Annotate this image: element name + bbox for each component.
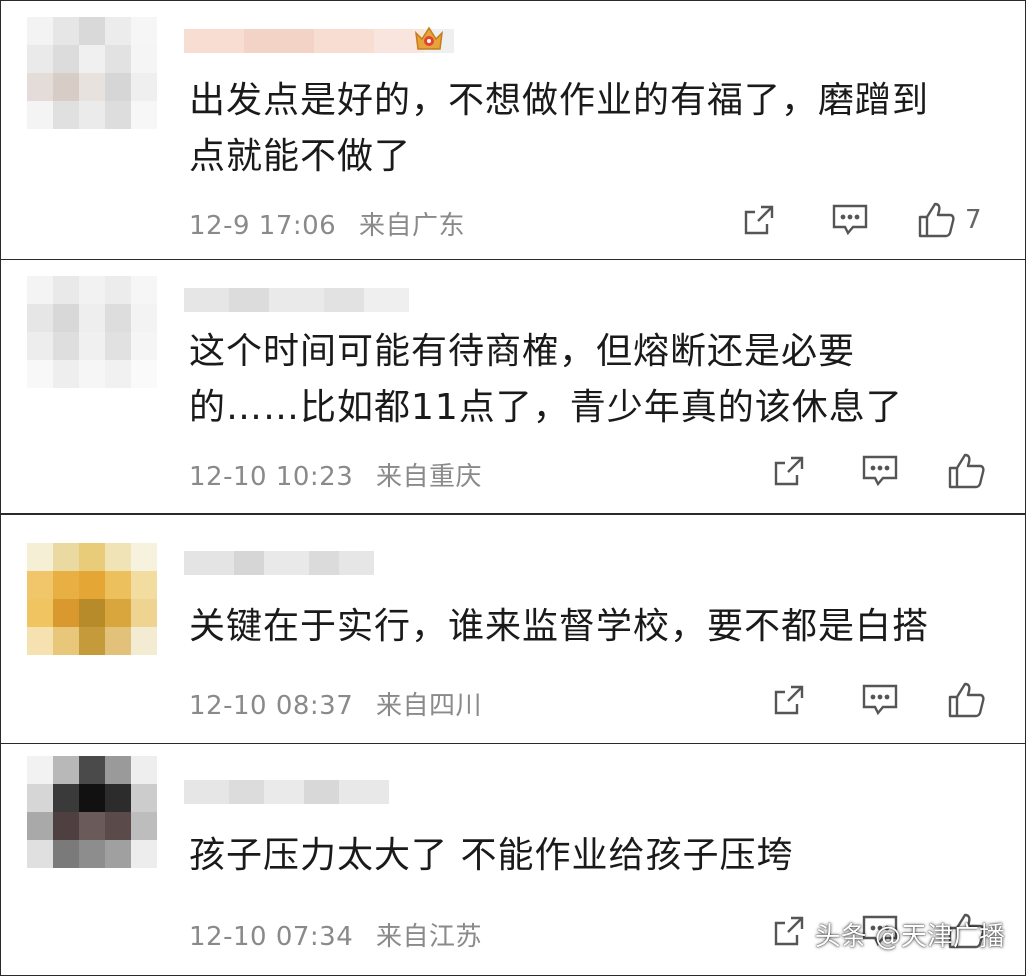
comment-card: 这个时间可能有待商榷，但熔断还是必要 的……比如都11点了，青少年真的该休息了 …: [0, 260, 1026, 514]
avatar[interactable]: [27, 17, 157, 129]
thumbs-up-icon: [948, 453, 985, 489]
comment-card: 出发点是好的，不想做作业的有福了，磨蹭到 点就能不做了 12-9 17:06 来…: [0, 0, 1026, 260]
comment-text: 这个时间可能有待商榷，但熔断还是必要 的……比如都11点了，青少年真的该休息了: [189, 324, 995, 436]
watermark: 头条 @天津广播: [814, 922, 1005, 952]
like-button[interactable]: [947, 452, 987, 490]
timestamp: 12-10 10:23: [189, 462, 354, 492]
share-icon: [744, 205, 774, 235]
timestamp: 12-10 07:34: [189, 922, 354, 952]
share-button[interactable]: [771, 453, 807, 489]
like-count: 7: [965, 205, 982, 235]
comment-line: 关键在于实行，谁来监督学校，要不都是白搭: [189, 606, 930, 647]
location: 来自江苏: [376, 922, 483, 952]
location: 来自四川: [376, 691, 483, 721]
reply-button[interactable]: [831, 202, 869, 238]
avatar[interactable]: [27, 756, 157, 868]
like-button[interactable]: [947, 681, 987, 719]
action-bar: 7: [741, 201, 982, 239]
reply-button[interactable]: [861, 453, 899, 489]
comment-text: 关键在于实行，谁来监督学校，要不都是白搭: [189, 599, 995, 655]
avatar[interactable]: [27, 543, 157, 655]
timestamp: 12-9 17:06: [189, 211, 337, 241]
comment-line: 的……比如都11点了，青少年真的该休息了: [189, 387, 903, 428]
location: 来自重庆: [376, 462, 483, 492]
share-icon: [774, 685, 804, 715]
action-bar: [771, 681, 987, 719]
thumbs-up-icon: [918, 202, 955, 238]
location: 来自广东: [358, 211, 465, 241]
thumbs-up-icon: [948, 682, 985, 718]
comment-text: 孩子压力太大了 不能作业给孩子压垮: [189, 828, 995, 884]
comment-meta: 12-10 08:37 来自四川: [189, 685, 482, 722]
username[interactable]: [184, 288, 409, 312]
comment-meta: 12-10 07:34 来自江苏: [189, 916, 482, 953]
comment-meta: 12-10 10:23 来自重庆: [189, 456, 482, 493]
share-icon: [774, 916, 804, 946]
comment-line: 出发点是好的，不想做作业的有福了，磨蹭到: [189, 80, 930, 121]
share-button[interactable]: [771, 913, 807, 949]
share-button[interactable]: [771, 682, 807, 718]
comment-icon: [862, 684, 898, 716]
action-bar: [771, 452, 987, 490]
comment-line: 这个时间可能有待商榷，但熔断还是必要: [189, 331, 856, 372]
share-icon: [774, 456, 804, 486]
comment-line: 孩子压力太大了 不能作业给孩子压垮: [189, 835, 794, 876]
comment-line: 点就能不做了: [189, 136, 412, 177]
comment-card: 孩子压力太大了 不能作业给孩子压垮 12-10 07:34 来自江苏 头条 @天…: [0, 744, 1026, 976]
share-button[interactable]: [741, 202, 777, 238]
comment-icon: [832, 204, 868, 236]
timestamp: 12-10 08:37: [189, 691, 354, 721]
comment-card: 关键在于实行，谁来监督学校，要不都是白搭 12-10 08:37 来自四川: [0, 514, 1026, 744]
comment-text: 出发点是好的，不想做作业的有福了，磨蹭到 点就能不做了: [189, 73, 995, 185]
username[interactable]: [184, 780, 389, 804]
comment-meta: 12-9 17:06 来自广东: [189, 205, 465, 242]
crown-badge-icon: [414, 26, 444, 50]
username[interactable]: [184, 551, 374, 575]
like-button[interactable]: 7: [917, 201, 982, 239]
avatar[interactable]: [27, 276, 157, 388]
comment-icon: [862, 455, 898, 487]
reply-button[interactable]: [861, 682, 899, 718]
